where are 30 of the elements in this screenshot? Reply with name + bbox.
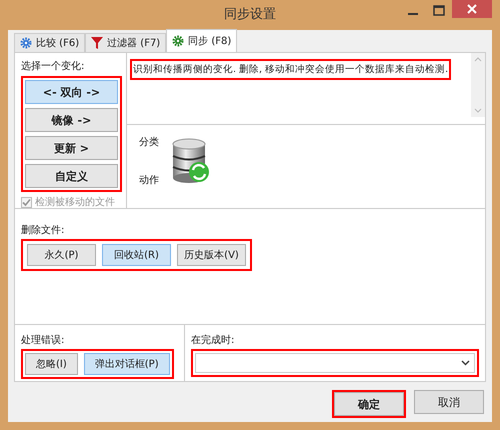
section-label: 选择一个变化: — [21, 60, 86, 73]
tab[interactable]: 比较 (F6) — [14, 33, 86, 52]
section-label: 在完成时: — [191, 334, 236, 347]
tab[interactable]: 过滤器 (F7) — [85, 33, 166, 52]
gear-icon — [172, 35, 184, 47]
error-option-button[interactable]: 弹出对话框(P) — [84, 353, 170, 375]
deletion-option-button[interactable]: 回收站(R) — [102, 244, 171, 266]
filter-icon — [91, 37, 104, 49]
scrollbar — [471, 53, 485, 117]
window-title: 同步设置 — [224, 6, 276, 24]
tab[interactable]: 同步 (F8) — [166, 29, 238, 52]
description-text: 识别和传播两侧的变化. 删除, 移动和冲突会使用一个数据库来自动检测. — [133, 64, 448, 75]
preview-label: 动作 — [139, 174, 159, 187]
preview-label: 分类 — [139, 136, 159, 149]
variant-button[interactable]: 自定义 — [25, 164, 118, 188]
error-option-button[interactable]: 忽略(I) — [25, 353, 78, 375]
deletion-option-button[interactable]: 历史版本(V) — [177, 244, 246, 266]
section-label: 处理错误: — [21, 334, 64, 347]
close-icon[interactable] — [452, 0, 492, 18]
section-label: 删除文件: — [21, 224, 64, 237]
checkbox-label: 检测被移动的文件 — [35, 196, 115, 209]
deletion-option-button[interactable]: 永久(P) — [27, 244, 96, 266]
cancel-button[interactable]: 取消 — [414, 390, 484, 414]
database-sync-icon — [171, 138, 211, 184]
gear-icon — [20, 37, 32, 49]
variant-button[interactable]: 镜像 -> — [25, 108, 118, 132]
variant-button[interactable]: 更新 > — [25, 136, 118, 160]
chevron-down-icon — [461, 360, 470, 366]
variant-button[interactable]: <- 双向 -> — [25, 80, 118, 104]
ok-button[interactable]: 确定 — [334, 392, 404, 416]
